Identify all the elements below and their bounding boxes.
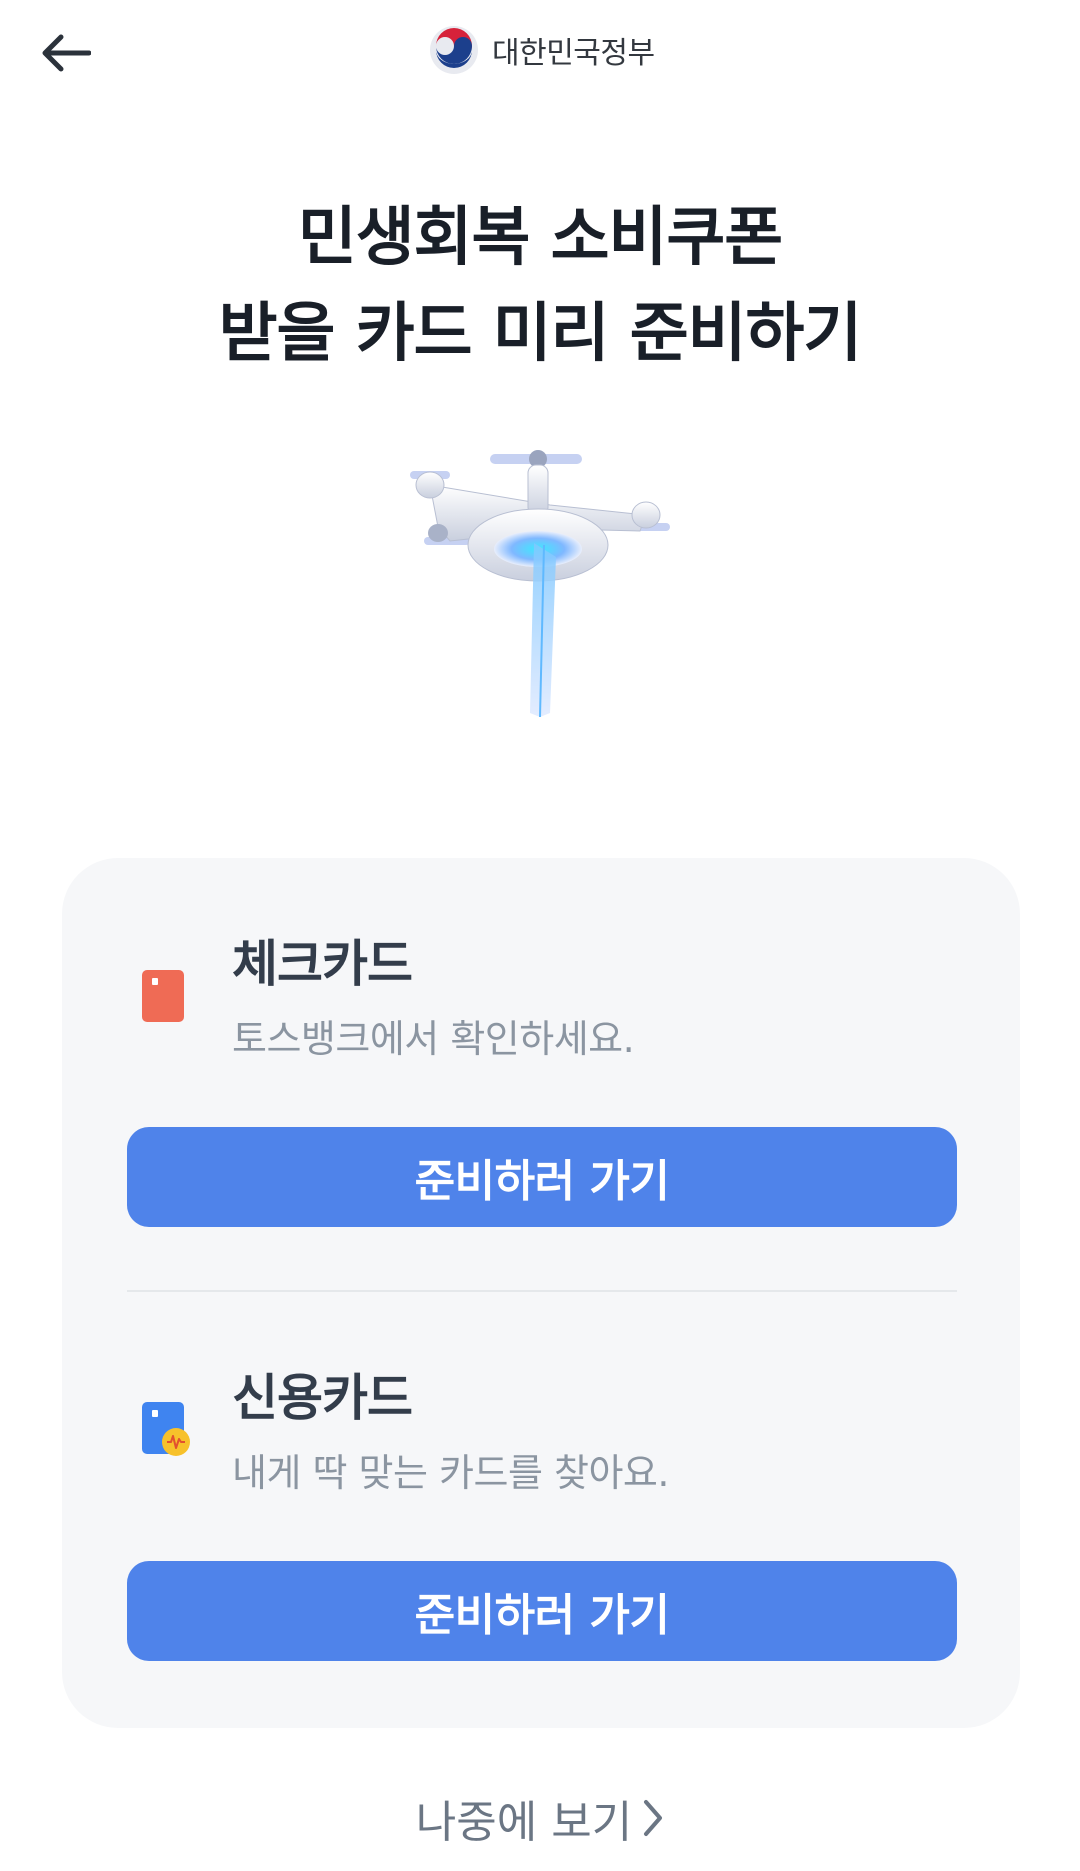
chevron-right-icon <box>642 1798 664 1838</box>
drone-illustration <box>410 445 670 725</box>
back-button[interactable] <box>30 18 100 88</box>
card-options-panel: 체크카드 토스뱅크에서 확인하세요. 준비하러 가기 신용카드 내게 딱 맞는 … <box>62 858 1020 1728</box>
view-later-link[interactable]: 나중에 보기 <box>0 1786 1080 1850</box>
taegeuk-emblem-icon <box>430 26 478 74</box>
credit-card-title: 신용카드 <box>232 1369 413 1427</box>
section-divider <box>127 1290 957 1292</box>
government-name: 대한민국정부 <box>492 36 655 71</box>
page-title-line-2: 받을 카드 미리 준비하기 <box>218 297 863 371</box>
credit-card-prepare-button[interactable]: 준비하러 가기 <box>127 1561 957 1661</box>
view-later-label: 나중에 보기 <box>415 1797 633 1848</box>
government-brand: 대한민국정부 <box>428 22 655 78</box>
page-title-line-1: 민생회복 소비쿠폰 <box>297 201 783 275</box>
debit-card-title: 체크카드 <box>232 935 413 993</box>
debit-card-description: 토스뱅크에서 확인하세요. <box>232 1017 635 1061</box>
credit-card-icon <box>132 1398 192 1458</box>
credit-card-description: 내게 딱 맞는 카드를 찾아요. <box>232 1451 669 1495</box>
top-bar: 대한민국정부 <box>0 0 1080 100</box>
debit-card-prepare-button[interactable]: 준비하러 가기 <box>127 1127 957 1227</box>
page-title: 민생회복 소비쿠폰 받을 카드 미리 준비하기 <box>0 190 1080 382</box>
arrow-left-icon <box>42 34 91 72</box>
debit-card-icon <box>132 964 192 1024</box>
